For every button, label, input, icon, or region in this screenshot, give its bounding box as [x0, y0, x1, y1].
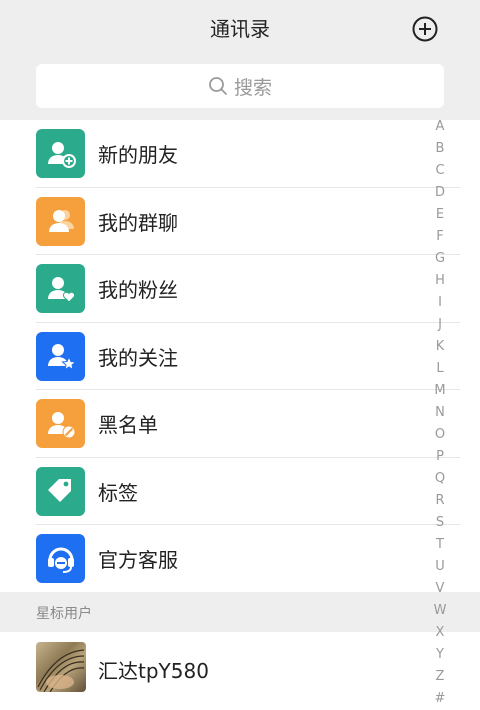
user-group-icon [36, 196, 85, 246]
add-contact-button[interactable] [412, 16, 438, 42]
index-letter[interactable]: I [430, 292, 450, 314]
top-bar: 通讯录 搜索 [0, 0, 480, 120]
index-letter[interactable]: Y [430, 644, 450, 666]
section-header-starred: 星标用户 [0, 592, 480, 632]
index-letter[interactable]: K [430, 336, 450, 358]
menu-item-my-follows[interactable]: 我的关注 [0, 323, 460, 390]
index-letter[interactable]: C [430, 160, 450, 182]
menu-item-label: 我的粉丝 [98, 278, 178, 303]
index-letter[interactable]: G [430, 248, 450, 270]
section-header-label: 星标用户 [36, 606, 92, 622]
menu-item-label: 我的关注 [98, 345, 178, 370]
index-letter[interactable]: P [430, 446, 450, 468]
headset-icon [36, 534, 85, 584]
menu-item-tags[interactable]: 标签 [0, 458, 460, 525]
menu-item-label: 新的朋友 [98, 143, 178, 168]
index-letter[interactable]: Q [430, 468, 450, 490]
index-letter[interactable]: V [430, 578, 450, 600]
menu-item-new-friends[interactable]: 新的朋友 [0, 120, 460, 188]
search-placeholder: 搜索 [233, 76, 272, 99]
menu-item-label: 官方客服 [98, 548, 178, 573]
user-star-icon [36, 331, 85, 381]
menu-item-label: 我的群聊 [98, 210, 178, 235]
search-icon [209, 77, 227, 95]
index-letter[interactable]: A [430, 116, 450, 138]
index-letter[interactable]: W [430, 600, 450, 622]
index-letter[interactable]: L [430, 358, 450, 380]
user-heart-icon [36, 264, 85, 314]
index-letter[interactable]: M [430, 380, 450, 402]
index-letter[interactable]: X [430, 622, 450, 644]
menu-item-label: 黑名单 [98, 413, 158, 438]
menu-item-label: 标签 [98, 480, 138, 505]
contact-name: 汇达tpY580 [98, 659, 209, 683]
user-add-icon [36, 129, 85, 179]
index-letter[interactable]: Z [430, 666, 450, 688]
alphabet-index-bar[interactable]: A B C D E F G H I J K L M N O P Q R S T U V W X Y Z # [430, 116, 450, 710]
index-letter[interactable]: N [430, 402, 450, 424]
menu-item-my-fans[interactable]: 我的粉丝 [0, 255, 460, 323]
tag-icon [36, 466, 85, 516]
index-letter[interactable]: R [430, 490, 450, 512]
index-letter[interactable]: B [430, 138, 450, 160]
index-letter[interactable]: U [430, 556, 450, 578]
index-letter[interactable]: S [430, 512, 450, 534]
index-letter[interactable]: D [430, 182, 450, 204]
search-input[interactable]: 搜索 [36, 64, 444, 108]
index-letter[interactable]: # [430, 688, 450, 710]
index-letter[interactable]: E [430, 204, 450, 226]
index-letter[interactable]: F [430, 226, 450, 248]
menu-item-my-groups[interactable]: 我的群聊 [0, 188, 460, 255]
contacts-menu: 新的朋友 我的群聊 我的粉丝 我的关注 黑名单 标签 官方客服 [0, 120, 460, 593]
user-block-icon [36, 399, 85, 449]
index-letter[interactable]: H [430, 270, 450, 292]
page-title: 通讯录 [210, 17, 270, 41]
menu-item-customer-service[interactable]: 官方客服 [0, 525, 460, 593]
contact-row[interactable]: 汇达tpY580 [0, 632, 460, 700]
index-letter[interactable]: O [430, 424, 450, 446]
plus-circle-icon [412, 16, 438, 42]
index-letter[interactable]: T [430, 534, 450, 556]
index-letter[interactable]: J [430, 314, 450, 336]
menu-item-blacklist[interactable]: 黑名单 [0, 390, 460, 458]
avatar [36, 642, 86, 692]
